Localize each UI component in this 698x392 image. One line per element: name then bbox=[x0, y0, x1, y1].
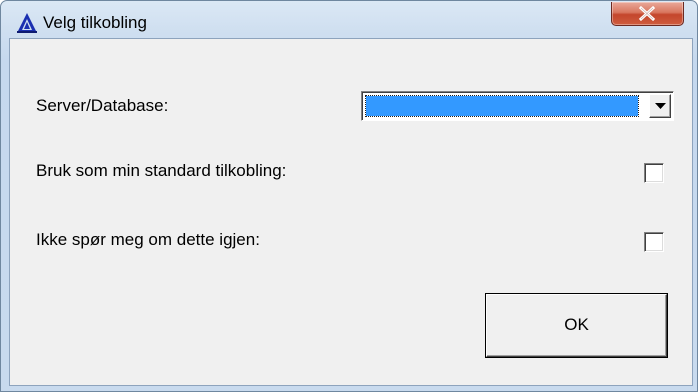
ok-button[interactable]: OK bbox=[486, 294, 667, 357]
dropdown-arrow-button[interactable] bbox=[649, 94, 671, 118]
chevron-down-icon bbox=[655, 103, 666, 109]
close-icon bbox=[638, 6, 656, 21]
title-bar[interactable]: Velg tilkobling bbox=[1, 1, 697, 37]
dont-ask-again-label: Ikke spør meg om dette igjen: bbox=[36, 230, 260, 249]
dialog-window: Velg tilkobling Server/Database: Bruk so… bbox=[0, 0, 698, 392]
close-button[interactable] bbox=[611, 2, 684, 26]
dont-ask-again-checkbox[interactable] bbox=[644, 232, 664, 252]
default-connection-label: Bruk som min standard tilkobling: bbox=[36, 161, 287, 180]
server-database-label: Server/Database: bbox=[36, 96, 169, 115]
server-database-selected-value bbox=[365, 95, 639, 117]
triangle-a-logo-icon bbox=[16, 12, 38, 34]
window-title: Velg tilkobling bbox=[43, 13, 147, 32]
server-database-dropdown[interactable] bbox=[361, 91, 674, 121]
default-connection-checkbox[interactable] bbox=[644, 163, 664, 183]
dialog-client-area: Server/Database: Bruk som min standard t… bbox=[9, 38, 693, 386]
